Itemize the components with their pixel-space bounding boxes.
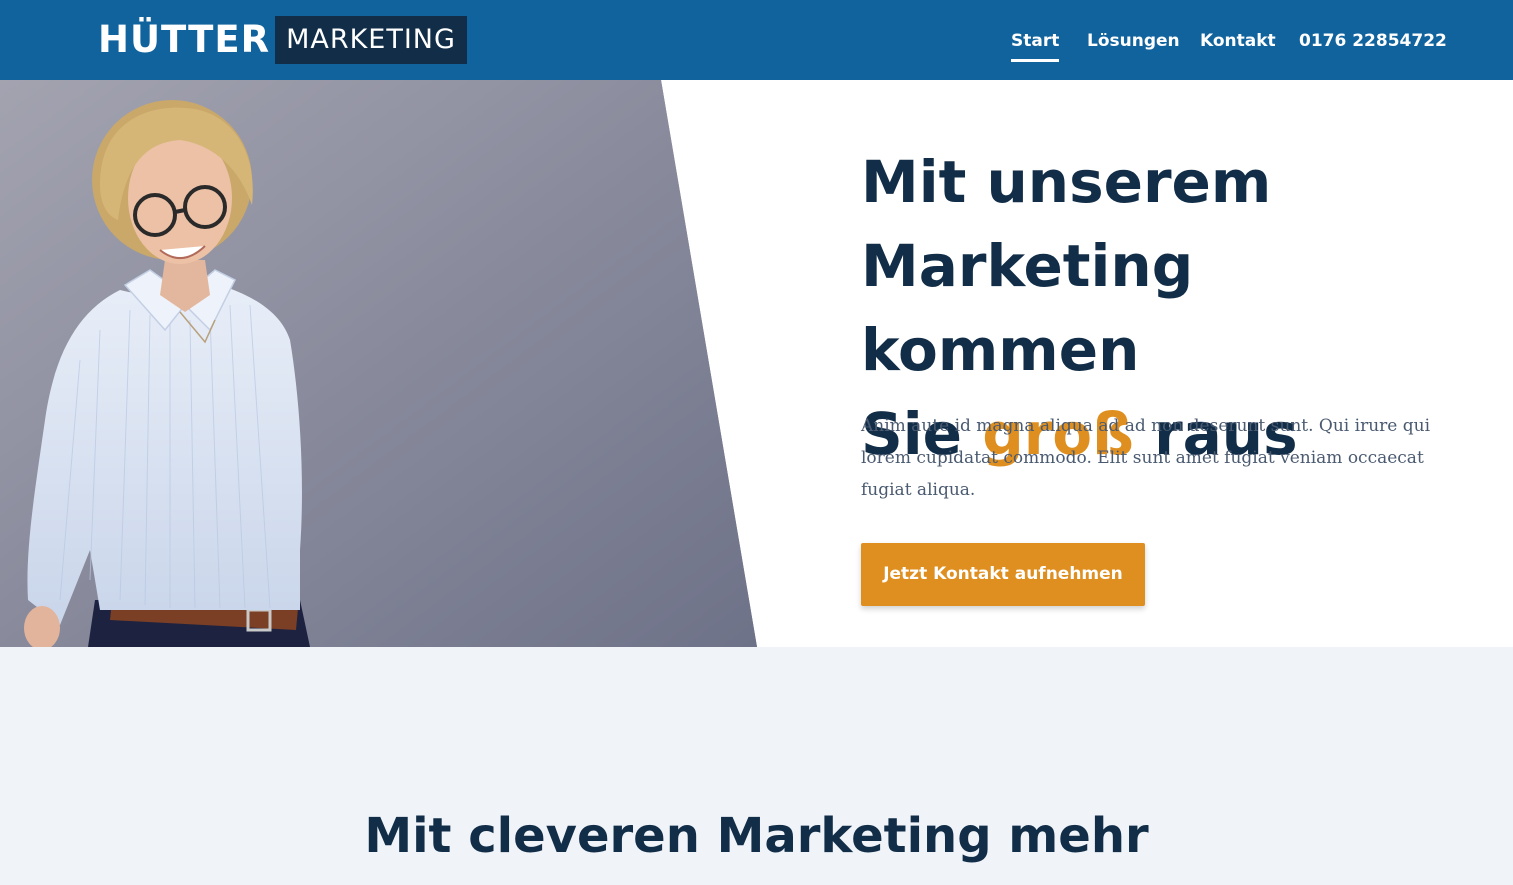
hero-title-line-1: Mit unserem (861, 148, 1272, 216)
logo-badge[interactable]: MARKETING (275, 16, 467, 64)
nav-item-loesungen[interactable]: Lösungen (1087, 30, 1180, 52)
nav-item-kontakt[interactable]: Kontakt (1200, 30, 1276, 52)
portrait-illustration (0, 80, 757, 647)
logo-text[interactable]: HÜTTER (98, 20, 270, 60)
nav-item-phone[interactable]: 0176 22854722 (1299, 30, 1447, 52)
site-header: HÜTTER MARKETING Start Lösungen Kontakt … (0, 0, 1513, 80)
contact-cta-button[interactable]: Jetzt Kontakt aufnehmen (861, 543, 1145, 606)
hero-title-line-2: Marketing kommen (861, 232, 1194, 384)
section-title: Mit cleveren Marketing mehr (364, 808, 1149, 864)
hero-description: Anim aute id magna aliqua ad ad non dese… (861, 416, 1431, 500)
nav-item-start[interactable]: Start (1011, 30, 1060, 62)
hero-portrait-photo (0, 80, 757, 647)
hero-section: Mit unserem Marketing kommen Sie groß ra… (0, 80, 1513, 647)
